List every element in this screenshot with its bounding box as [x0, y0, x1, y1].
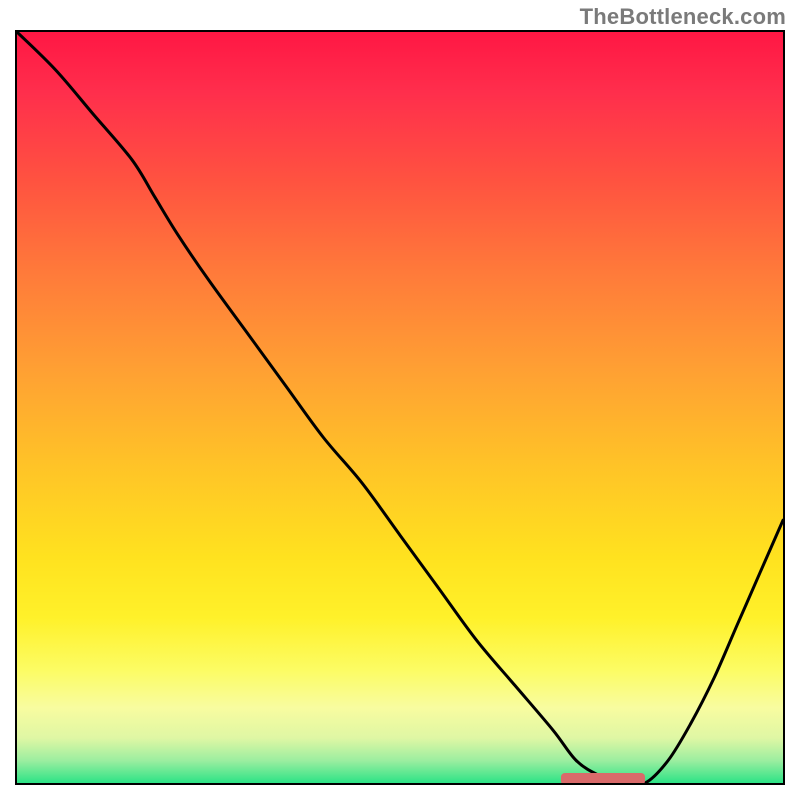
bottleneck-curve — [17, 32, 783, 783]
watermark-text: TheBottleneck.com — [580, 4, 786, 30]
optimal-range-marker — [561, 773, 645, 785]
chart-frame — [15, 30, 785, 785]
